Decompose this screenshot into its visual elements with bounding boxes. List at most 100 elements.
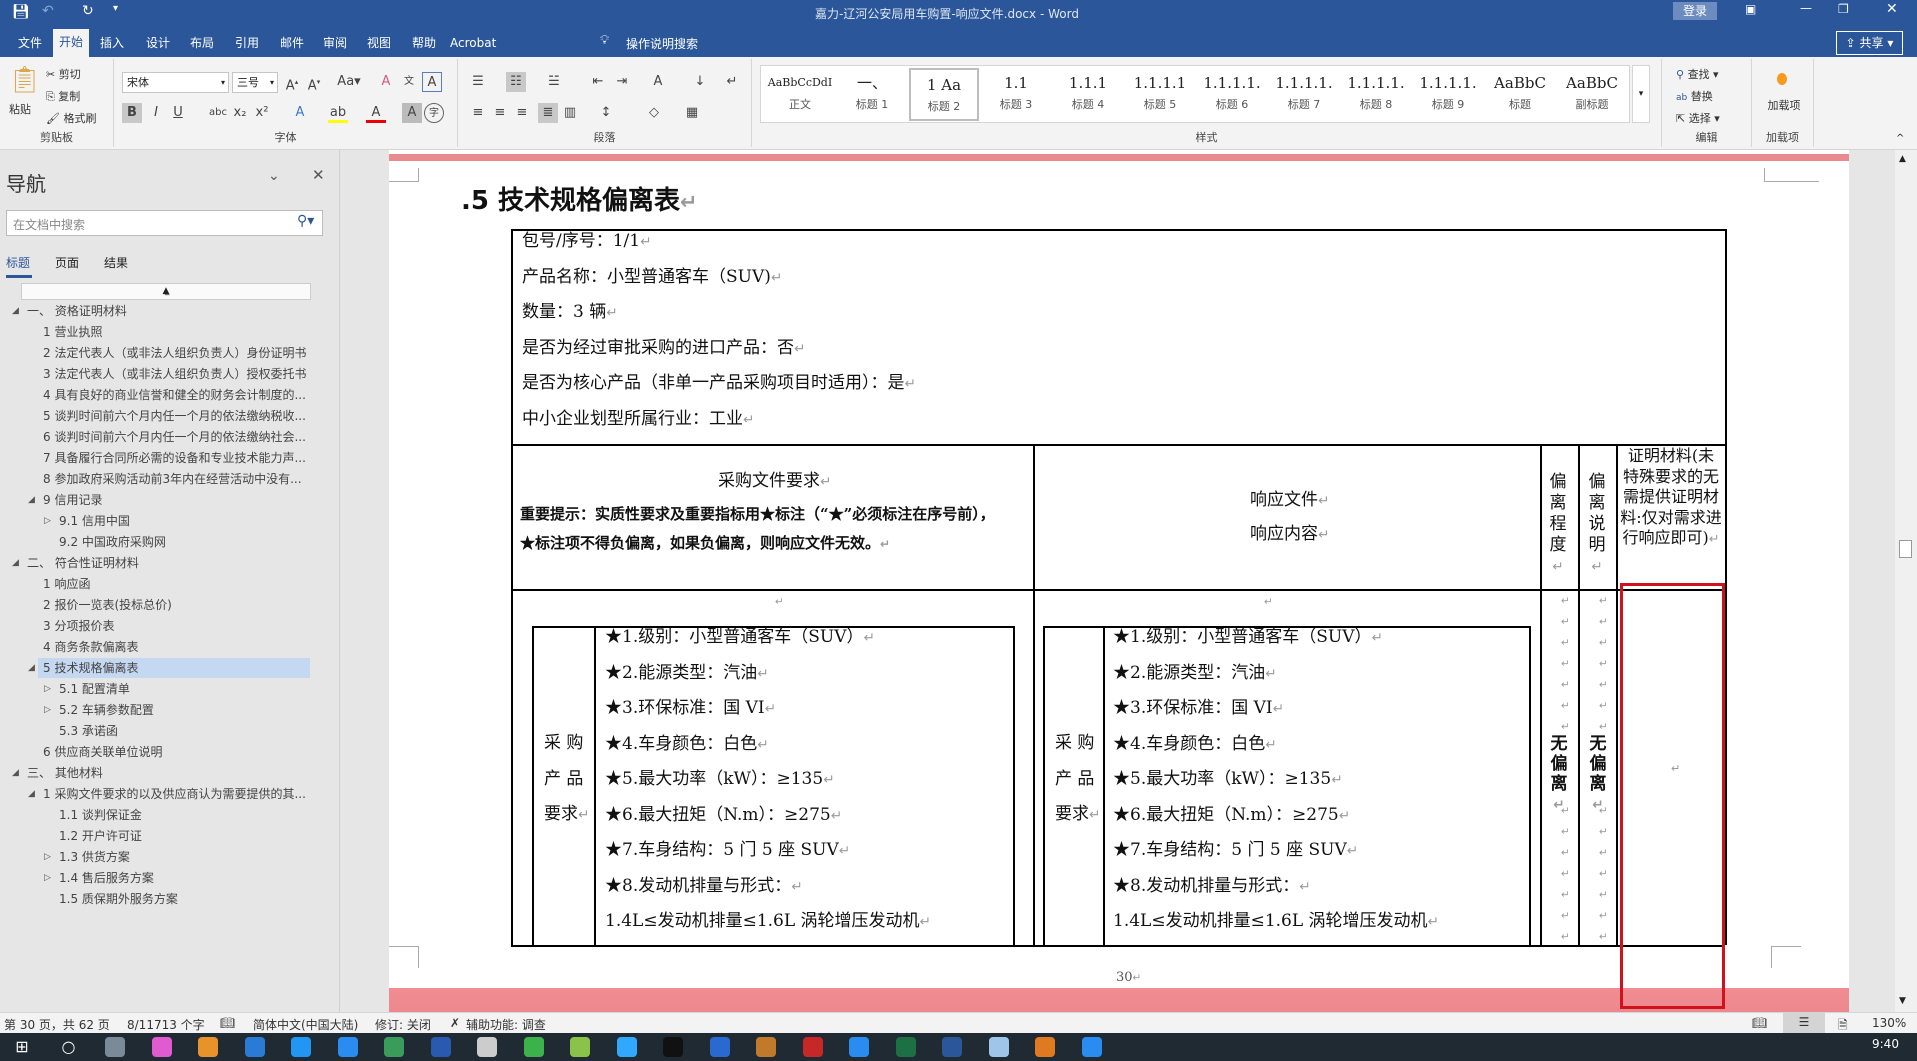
search-icon[interactable]: ⚲▾: [297, 213, 314, 229]
nav-item[interactable]: 2 法定代表人（或非法人组织负责人）身份证明书: [43, 343, 306, 363]
tab-8[interactable]: 视图: [361, 33, 397, 57]
nav-tab-results[interactable]: 结果: [104, 254, 128, 271]
q-app-icon[interactable]: [849, 1037, 869, 1057]
nav-item[interactable]: 8 参加政府采购活动前3年内在经营活动中没有...: [43, 469, 302, 489]
search-icon[interactable]: ○: [59, 1037, 79, 1057]
zoom-level[interactable]: 130%: [1872, 1016, 1906, 1030]
share-button[interactable]: ⇪ 共享 ▾: [1836, 31, 1903, 55]
word-icon[interactable]: [942, 1037, 962, 1057]
nav-item[interactable]: 5 技术规格偏离表: [43, 658, 138, 678]
nav-item[interactable]: 7 具备履行合同所必需的设备和专业技术能力声...: [43, 448, 306, 468]
superscript-icon[interactable]: x²: [252, 103, 272, 123]
browser-icon[interactable]: [198, 1037, 218, 1057]
excel-icon[interactable]: [895, 1037, 916, 1057]
file-app-icon[interactable]: [477, 1037, 497, 1057]
login-button[interactable]: 登录: [1673, 2, 1717, 20]
photoshop-icon[interactable]: [616, 1037, 637, 1057]
green-app-icon[interactable]: [384, 1037, 404, 1057]
close-icon[interactable]: ✕: [1886, 1, 1898, 17]
highlight-icon[interactable]: ab: [328, 103, 348, 123]
distribute-icon[interactable]: ▥: [560, 103, 580, 123]
calculator-icon[interactable]: [105, 1037, 125, 1057]
tab-2[interactable]: 插入: [94, 33, 130, 57]
line-spacing-icon[interactable]: ↕: [596, 103, 616, 123]
style-0[interactable]: AaBbCcDdI 正文: [765, 68, 835, 121]
tab-9[interactable]: 帮助: [406, 33, 442, 57]
find-button[interactable]: ⚲ 查找 ▾: [1676, 66, 1719, 82]
blue-app-icon[interactable]: [337, 1037, 358, 1057]
multilevel-list-icon[interactable]: ☱: [544, 72, 564, 92]
doc-app-icon[interactable]: [291, 1037, 311, 1057]
bold-icon[interactable]: B: [122, 103, 142, 123]
nav-item[interactable]: 4 具有良好的商业信誉和健全的财务会计制度的...: [43, 385, 306, 405]
replace-button[interactable]: ab 替换: [1676, 88, 1713, 104]
scroll-up-icon[interactable]: ▲: [1899, 154, 1906, 164]
align-center-icon[interactable]: ≡: [490, 103, 510, 123]
nav-item[interactable]: 9.1 信用中国: [59, 511, 130, 531]
expanded-arrow-icon[interactable]: ◢: [28, 490, 35, 510]
nav-tab-pages[interactable]: 页面: [55, 254, 79, 271]
xin-icon[interactable]: [709, 1037, 730, 1057]
increase-indent-icon[interactable]: ⇥: [612, 72, 632, 92]
change-case-icon[interactable]: Aa▾: [334, 72, 364, 92]
copy-button[interactable]: ⎘ 复制: [46, 88, 80, 104]
enclose-char-icon[interactable]: 字: [424, 103, 444, 123]
nav-item[interactable]: 3 分项报价表: [43, 616, 114, 636]
tab-6[interactable]: 邮件: [274, 33, 310, 57]
tab-1[interactable]: 开始: [53, 29, 90, 57]
nav-scroll-up-button[interactable]: ▲̲: [21, 283, 311, 300]
strikethrough-icon[interactable]: abc: [208, 103, 228, 123]
subscript-icon[interactable]: x₂: [230, 103, 250, 123]
char-shading-icon[interactable]: A: [402, 103, 422, 123]
expanded-arrow-icon[interactable]: ◢: [28, 784, 35, 804]
tab-5[interactable]: 引用: [229, 33, 265, 57]
pen-app-icon[interactable]: [570, 1037, 590, 1057]
nav-item[interactable]: 1 采购文件要求的以及供应商认为需要提供的其...: [43, 784, 306, 804]
style-4[interactable]: 1.1.1 标题 4: [1053, 68, 1123, 121]
cut-button[interactable]: ✂ 剪切: [46, 66, 81, 82]
page-count[interactable]: 第 30 页，共 62 页: [4, 1016, 110, 1033]
collapsed-arrow-icon[interactable]: ▷: [44, 511, 51, 531]
proofing-icon[interactable]: 📖︎: [220, 1016, 235, 1030]
justify-icon[interactable]: ≣: [538, 103, 558, 123]
style-8[interactable]: 1.1.1.1. 标题 8: [1341, 68, 1411, 121]
scroll-down-icon[interactable]: ▼: [1899, 996, 1906, 1006]
tell-me-search[interactable]: 操作说明搜索: [626, 35, 698, 52]
vertical-scrollbar[interactable]: ▲ ▼: [1895, 150, 1917, 1012]
shading-icon[interactable]: ◇: [644, 103, 664, 123]
expanded-arrow-icon[interactable]: ◢: [12, 301, 19, 321]
clock[interactable]: 9:40: [1872, 1037, 1899, 1051]
text-effect-icon[interactable]: A: [290, 103, 310, 123]
nav-item[interactable]: 9.2 中国政府采购网: [59, 532, 166, 552]
tool-app-icon[interactable]: [1035, 1037, 1055, 1057]
word-count[interactable]: 8/11713 个字: [127, 1016, 205, 1033]
collapsed-arrow-icon[interactable]: ▷: [44, 847, 51, 867]
track-changes[interactable]: 修订: 关闭: [375, 1016, 431, 1033]
start-icon[interactable]: ⊞: [12, 1037, 32, 1057]
style-7[interactable]: 1.1.1.1. 标题 7: [1269, 68, 1339, 121]
style-1[interactable]: 一、 标题 1: [837, 68, 907, 121]
accessibility-status[interactable]: 辅助功能: 调查: [466, 1016, 546, 1033]
nav-item[interactable]: 5.3 承诺函: [59, 721, 118, 741]
nav-item[interactable]: 5.2 车辆参数配置: [59, 700, 154, 720]
nav-item[interactable]: 二、 符合性证明材料: [27, 553, 139, 573]
nav-search-box[interactable]: 在文档中搜索 ⚲▾: [6, 210, 323, 236]
expanded-arrow-icon[interactable]: ◢: [12, 553, 19, 573]
nav-item[interactable]: 6 供应商关联单位说明: [43, 742, 162, 762]
paste-icon[interactable]: 📋︎: [8, 65, 41, 95]
style-11[interactable]: AaBbC 副标题: [1557, 68, 1627, 121]
expanded-arrow-icon[interactable]: ◢: [28, 658, 35, 678]
nav-item[interactable]: 9 信用记录: [43, 490, 102, 510]
restore-icon[interactable]: ❐: [1838, 2, 1849, 16]
nav-item[interactable]: 1 营业执照: [43, 322, 102, 342]
nav-item[interactable]: 5 谈判时间前六个月内任一个月的依法缴纳税收...: [43, 406, 306, 426]
redo-icon[interactable]: ↻: [82, 3, 94, 19]
pin-app-icon[interactable]: [1081, 1037, 1102, 1057]
grow-font-icon[interactable]: A▴: [282, 72, 302, 93]
paste-button[interactable]: 粘贴: [9, 101, 31, 117]
scroll-thumb[interactable]: [1899, 540, 1912, 558]
font-name-select[interactable]: 宋体 ▾: [122, 72, 229, 93]
nav-item[interactable]: 3 法定代表人（或非法人组织负责人）授权委托书: [43, 364, 306, 384]
sort-icon[interactable]: ↓: [690, 72, 710, 92]
nav-item[interactable]: 2 报价一览表(投标总价): [43, 595, 172, 615]
